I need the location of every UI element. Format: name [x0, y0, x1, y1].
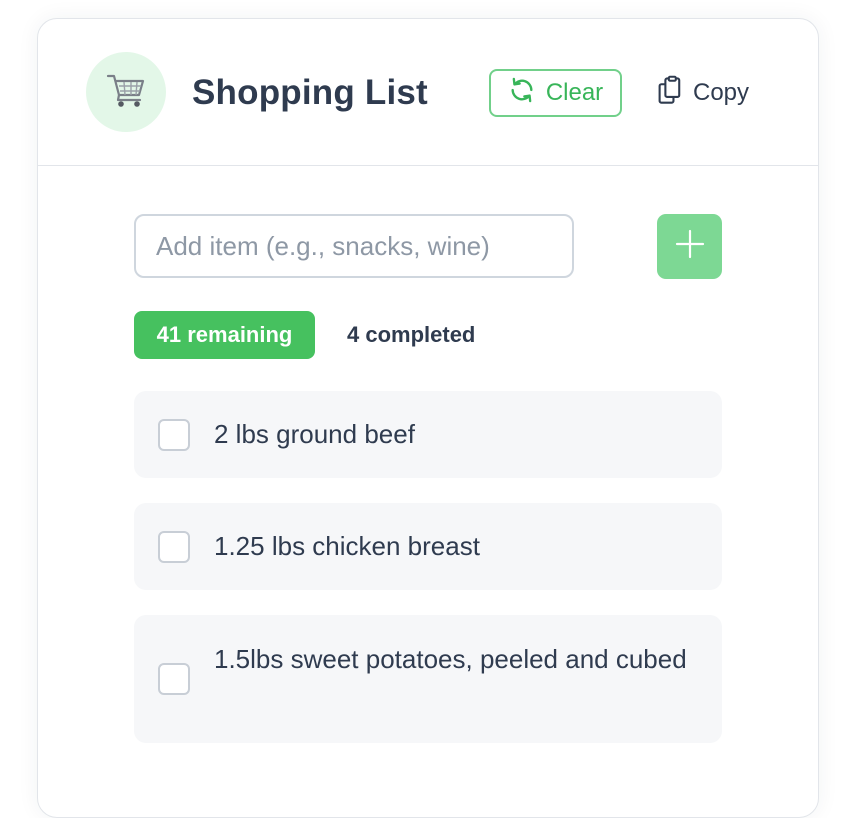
- plus-icon: [675, 229, 705, 264]
- clear-button-label: Clear: [545, 79, 604, 106]
- copy-button[interactable]: Copy: [652, 69, 753, 117]
- item-checkbox[interactable]: [158, 419, 190, 451]
- item-checkbox[interactable]: [158, 663, 190, 695]
- item-label: 1.25 lbs chicken breast: [214, 531, 480, 561]
- item-checkbox[interactable]: [158, 531, 190, 563]
- item-label: 1.5lbs sweet potatoes, peeled and cubed: [214, 644, 687, 674]
- shopping-cart-icon: [106, 71, 146, 114]
- item-label: 2 lbs ground beef: [214, 419, 415, 449]
- completed-count: 4 completed: [347, 322, 476, 347]
- clear-button[interactable]: Clear: [489, 69, 622, 117]
- refresh-icon: [508, 76, 536, 111]
- list-item: 2 lbs ground beef: [134, 391, 722, 478]
- avatar: [86, 52, 166, 132]
- copy-button-label: Copy: [693, 79, 750, 106]
- list-item: 1.5lbs sweet potatoes, peeled and cubed: [134, 615, 722, 743]
- list-item: 1.25 lbs chicken breast: [134, 503, 722, 590]
- page-title: Shopping List: [192, 73, 428, 112]
- remaining-badge: 41 remaining: [134, 311, 315, 359]
- add-item-input[interactable]: [134, 214, 574, 278]
- clipboard-icon: [656, 75, 684, 112]
- card-header: Shopping List Clear Copy: [38, 19, 818, 166]
- shopping-list-card: Shopping List Clear Copy Add item (e.g.,…: [37, 18, 819, 818]
- add-item-button[interactable]: [657, 214, 722, 279]
